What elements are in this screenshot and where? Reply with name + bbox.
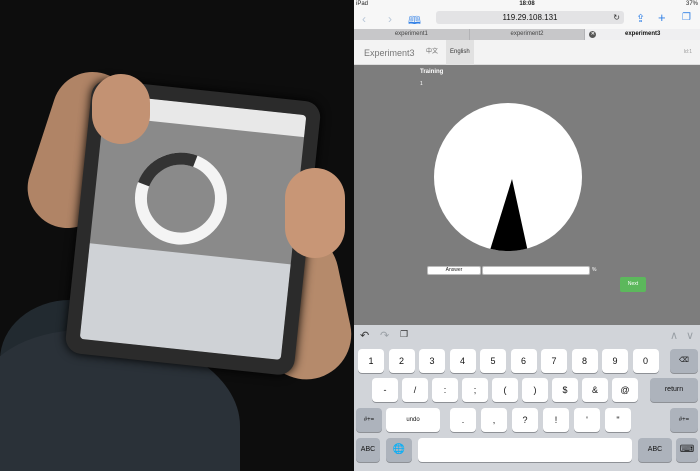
key-symbol[interactable]: $ — [552, 378, 578, 402]
key-symbol[interactable]: - — [372, 378, 398, 402]
key-symbol[interactable]: ( — [492, 378, 518, 402]
keyboard-dismiss-icon[interactable]: ⌨ — [676, 438, 698, 462]
browser-toolbar: ‹ › 🕮 119.29.108.131 ↻ ⇪ + ❐ — [354, 9, 700, 29]
abc-key[interactable]: ABC — [356, 438, 380, 462]
redo-icon[interactable]: ↷ — [380, 329, 389, 342]
back-icon[interactable]: ‹ — [362, 12, 366, 26]
share-icon[interactable]: ⇪ — [636, 12, 645, 25]
undo-icon[interactable]: ↶ — [360, 329, 369, 342]
photo-keyboard — [79, 243, 291, 360]
key-5[interactable]: 5 — [480, 349, 506, 373]
key-0[interactable]: 0 — [632, 349, 659, 373]
key-punctuation[interactable]: " — [605, 408, 631, 432]
tab-experiment2[interactable]: experiment2 — [470, 29, 586, 40]
globe-icon[interactable]: 🌐 — [386, 438, 412, 462]
photo-left-hand — [92, 74, 150, 144]
key-2[interactable]: 2 — [388, 349, 415, 373]
new-tab-icon[interactable]: + — [658, 10, 666, 25]
space-key[interactable] — [418, 438, 632, 462]
return-key[interactable]: return — [650, 378, 698, 402]
user-id: Id:1 — [683, 49, 692, 55]
keyboard-row-symbols: - /:;() $ & @ return — [354, 378, 700, 402]
percent-label: % — [592, 267, 597, 273]
chevron-up-icon[interactable]: ∧ — [670, 329, 678, 342]
shift-symbols-key[interactable]: #+= — [356, 408, 382, 432]
onscreen-keyboard: ↶ ↷ ❐ ∧ ∨ 1 2 3 4 5 6 7 8 9 0 ⌫ - /:;() $ & @ return #+… — [354, 325, 700, 471]
photo-right-hand — [285, 168, 345, 258]
keyboard-row-punctuation: #+= undo.,?! ' " #+= — [354, 408, 700, 432]
key-punctuation[interactable]: ? — [512, 408, 538, 432]
chevron-down-icon[interactable]: ∨ — [686, 329, 694, 342]
close-tab-icon[interactable]: ✕ — [589, 31, 597, 38]
key-symbol[interactable]: @ — [612, 378, 638, 402]
tab-label: experiment3 — [625, 31, 661, 37]
app-navbar: Experiment3 中文 English Id:1 — [354, 40, 700, 65]
next-button[interactable]: Next — [620, 277, 646, 292]
reload-icon[interactable]: ↻ — [613, 11, 620, 24]
clock: 18:08 — [519, 1, 535, 7]
address-bar[interactable]: 119.29.108.131 ↻ — [436, 11, 624, 24]
key-symbol[interactable]: : — [432, 378, 458, 402]
key-symbol[interactable]: ; — [462, 378, 488, 402]
experiment-stage: Training 1 Answer % Next — [354, 65, 700, 325]
keyboard-row-digits: 1 2 3 4 5 6 7 8 9 0 ⌫ — [354, 349, 700, 373]
keyboard-shortcut-bar: ↶ ↷ ❐ ∧ ∨ — [354, 329, 700, 345]
key-punctuation[interactable]: , — [481, 408, 507, 432]
answer-button[interactable]: Answer — [427, 266, 481, 275]
url-text: 119.29.108.131 — [502, 13, 558, 22]
answer-input[interactable] — [482, 266, 590, 275]
key-4[interactable]: 4 — [449, 349, 476, 373]
abc-key-right[interactable]: ABC — [638, 438, 672, 462]
key-punctuation[interactable]: . — [450, 408, 476, 432]
browser-tab-strip: experiment1 experiment2 ✕ experiment3 — [354, 29, 700, 40]
status-bar: iPad 18:08 37% — [354, 0, 700, 9]
key-symbol[interactable]: / — [402, 378, 428, 402]
key-7[interactable]: 7 — [541, 349, 567, 373]
battery-level: 37% — [685, 1, 698, 7]
tab-label: experiment2 — [510, 31, 544, 37]
screenshot-composite: iPad 18:08 37% ‹ › 🕮 119.29.108.131 ↻ ⇪ … — [0, 0, 700, 471]
shift-symbols-key-right[interactable]: #+= — [670, 408, 698, 432]
tab-experiment1[interactable]: experiment1 — [354, 29, 470, 40]
forward-icon[interactable]: › — [388, 12, 392, 26]
undo-key[interactable]: undo — [386, 408, 440, 432]
key-punctuation[interactable]: ! — [543, 408, 569, 432]
language-chinese[interactable]: 中文 — [422, 40, 442, 65]
photo-ring-segment — [120, 137, 242, 260]
key-symbol[interactable]: & — [582, 378, 608, 402]
key-symbol[interactable]: ) — [522, 378, 548, 402]
key-1[interactable]: 1 — [358, 349, 384, 373]
key-6[interactable]: 6 — [510, 349, 537, 373]
backspace-icon[interactable]: ⌫ — [670, 349, 698, 373]
stage-heading: Training — [420, 69, 444, 75]
tabs-overview-icon[interactable]: ❐ — [682, 12, 691, 23]
trial-counter: 1 — [420, 81, 423, 87]
keyboard-row-bottom: ABC 🌐 ABC ⌨ — [354, 438, 700, 462]
tab-experiment3[interactable]: ✕ experiment3 — [585, 29, 700, 40]
language-english[interactable]: English — [446, 40, 474, 65]
ipad-screen: iPad 18:08 37% ‹ › 🕮 119.29.108.131 ↻ ⇪ … — [354, 0, 700, 471]
pie-stimulus — [434, 103, 582, 251]
key-3[interactable]: 3 — [419, 349, 445, 373]
app-brand[interactable]: Experiment3 — [364, 48, 415, 58]
paste-icon[interactable]: ❐ — [400, 329, 408, 340]
key-punctuation[interactable]: ' — [574, 408, 600, 432]
tab-label: experiment1 — [394, 31, 428, 37]
photo-person-holding-tablet — [0, 0, 354, 471]
key-8[interactable]: 8 — [571, 349, 598, 373]
key-9[interactable]: 9 — [602, 349, 628, 373]
